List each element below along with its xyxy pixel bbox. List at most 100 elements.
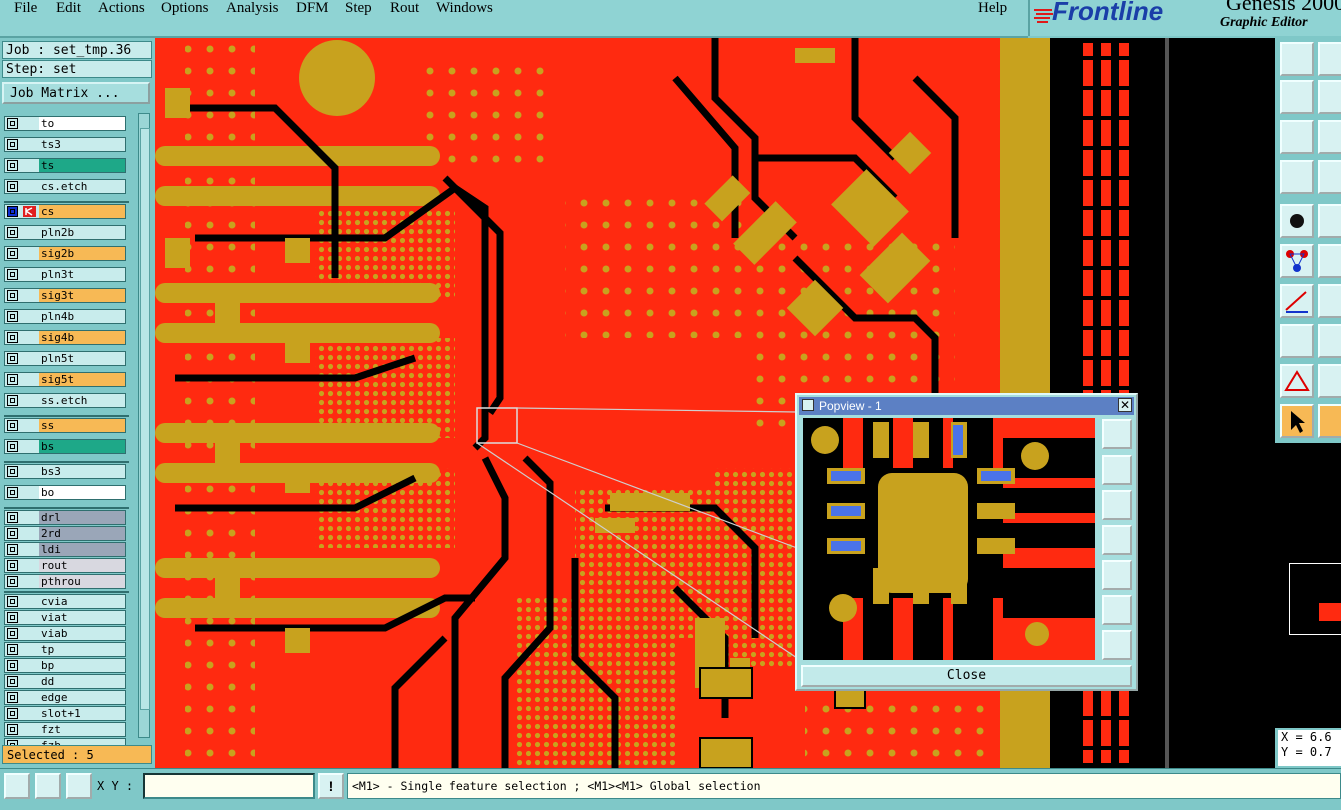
layer-checkbox[interactable] <box>7 311 18 322</box>
layer-row-ss-etch[interactable]: ss.etch <box>4 393 126 408</box>
pan-up-alt-icon[interactable] <box>1318 42 1341 76</box>
mini-map[interactable] <box>1275 443 1341 728</box>
layer-row-pln3t[interactable]: pln3t <box>4 267 126 282</box>
pad-select-icon[interactable] <box>1280 324 1314 358</box>
layer-checkbox[interactable] <box>7 353 18 364</box>
layer-row-pln2b[interactable]: pln2b <box>4 225 126 240</box>
window-menu-icon[interactable] <box>802 399 814 411</box>
layer-checkbox[interactable] <box>7 692 18 703</box>
layer-checkbox[interactable] <box>7 466 18 477</box>
layer-checkbox[interactable] <box>7 269 18 280</box>
layer-row-viab[interactable]: viab <box>4 626 126 641</box>
layer-row-ldi[interactable]: ldi <box>4 542 126 557</box>
menu-file[interactable]: File <box>14 0 37 17</box>
layer-row-ts3[interactable]: ts3 <box>4 137 126 152</box>
popview-zoom-canvas[interactable] <box>803 418 1095 660</box>
layer-checkbox[interactable] <box>7 560 18 571</box>
menu-rout[interactable]: Rout <box>390 0 419 17</box>
layer-row-sig2b[interactable]: sig2b <box>4 246 126 261</box>
popview-pan-right-icon[interactable] <box>1102 560 1132 590</box>
layer-checkbox[interactable] <box>7 395 18 406</box>
layer-tools-icon[interactable] <box>1280 160 1314 194</box>
popview-title-bar[interactable]: Popview - 1 <box>799 397 1134 415</box>
layer-checkbox[interactable] <box>7 644 18 655</box>
layer-checkbox[interactable] <box>7 708 18 719</box>
layer-checkbox[interactable] <box>7 227 18 238</box>
layer-checkbox[interactable] <box>7 374 18 385</box>
layer-row-slot-1[interactable]: slot+1 <box>4 706 126 721</box>
menu-step[interactable]: Step <box>345 0 372 17</box>
layer-row-pln5t[interactable]: pln5t <box>4 351 126 366</box>
popview-pan-up-icon[interactable] <box>1102 455 1132 485</box>
layer-scrollbar[interactable] <box>138 113 150 738</box>
layer-checkbox[interactable] <box>7 118 18 129</box>
layer-row-ts[interactable]: ts <box>4 158 126 173</box>
layer-row-sig4b[interactable]: sig4b <box>4 330 126 345</box>
pan-up-icon[interactable] <box>1280 42 1314 76</box>
layer-checkbox[interactable] <box>7 628 18 639</box>
layer-row-drl[interactable]: drl <box>4 510 126 525</box>
layer-checkbox[interactable] <box>7 612 18 623</box>
layer-row-sig3t[interactable]: sig3t <box>4 288 126 303</box>
connect-icon[interactable] <box>1318 244 1341 278</box>
layer-row-pthrou[interactable]: pthrou <box>4 574 126 589</box>
popview-fit-icon[interactable] <box>1102 595 1132 625</box>
layer-checkbox[interactable] <box>7 206 18 217</box>
triangle-alt-icon[interactable] <box>1318 364 1341 398</box>
popview-close-button[interactable]: Close <box>801 665 1132 687</box>
menu-windows[interactable]: Windows <box>436 0 493 17</box>
measure-alt-icon[interactable] <box>1318 284 1341 318</box>
arrow-tool-icon[interactable] <box>4 773 30 799</box>
layer-checkbox[interactable] <box>7 290 18 301</box>
layer-row-pln4b[interactable]: pln4b <box>4 309 126 324</box>
layer-row-cvia[interactable]: cvia <box>4 594 126 609</box>
layer-row-to[interactable]: to <box>4 116 126 131</box>
zoom-fit-icon[interactable] <box>1280 120 1314 154</box>
layer-row-bo[interactable]: bo <box>4 485 126 500</box>
layer-checkbox[interactable] <box>7 160 18 171</box>
layer-checkbox[interactable] <box>7 332 18 343</box>
pan-right-icon[interactable] <box>1318 80 1341 114</box>
layer-row-fzt[interactable]: fzt <box>4 722 126 737</box>
execute-button[interactable]: ! <box>318 773 344 799</box>
layer-checkbox[interactable] <box>7 441 18 452</box>
layer-row-bs3[interactable]: bs3 <box>4 464 126 479</box>
grid-toggle-icon[interactable] <box>66 773 92 799</box>
snap-icon[interactable] <box>1280 244 1314 278</box>
layer-checkbox[interactable] <box>7 660 18 671</box>
layer-checkbox[interactable] <box>7 676 18 687</box>
layer-row-2rd[interactable]: 2rd <box>4 526 126 541</box>
layer-checkbox[interactable] <box>7 181 18 192</box>
job-matrix-button[interactable]: Job Matrix ... <box>2 82 150 104</box>
pad-select-alt-icon[interactable] <box>1318 324 1341 358</box>
triangle-icon[interactable] <box>1280 364 1314 398</box>
menu-dfm[interactable]: DFM <box>296 0 329 17</box>
add-pad-icon[interactable] <box>1280 204 1314 238</box>
layer-row-sig5t[interactable]: sig5t <box>4 372 126 387</box>
popview-close-x-icon[interactable]: ✕ <box>1118 398 1132 412</box>
menu-options[interactable]: Options <box>161 0 209 17</box>
layer-checkbox[interactable] <box>7 596 18 607</box>
menu-edit[interactable]: Edit <box>56 0 81 17</box>
popview-pan-down-icon[interactable] <box>1102 490 1132 520</box>
measure-icon[interactable] <box>1280 284 1314 318</box>
layer-row-rout[interactable]: rout <box>4 558 126 573</box>
popview-pan-left-icon[interactable] <box>1102 525 1132 555</box>
layer-row-cs-etch[interactable]: cs.etch <box>4 179 126 194</box>
select-arrow-icon[interactable] <box>1280 404 1314 438</box>
add-line-icon[interactable] <box>1318 204 1341 238</box>
layer-row-bs[interactable]: bs <box>4 439 126 454</box>
menu-actions[interactable]: Actions <box>98 0 145 17</box>
layer-row-cs[interactable]: cs <box>4 204 126 219</box>
menu-help[interactable]: Help <box>978 0 1007 17</box>
grid-icon[interactable] <box>1318 160 1341 194</box>
popview-zoom-in-icon[interactable] <box>1102 419 1132 449</box>
layer-checkbox[interactable] <box>7 512 18 523</box>
pan-left-icon[interactable] <box>1280 80 1314 114</box>
zoom-area-icon[interactable] <box>1318 120 1341 154</box>
layer-row-tp[interactable]: tp <box>4 642 126 657</box>
layer-row-dd[interactable]: dd <box>4 674 126 689</box>
layer-checkbox[interactable] <box>7 724 18 735</box>
layer-checkbox[interactable] <box>7 576 18 587</box>
layer-row-bp[interactable]: bp <box>4 658 126 673</box>
